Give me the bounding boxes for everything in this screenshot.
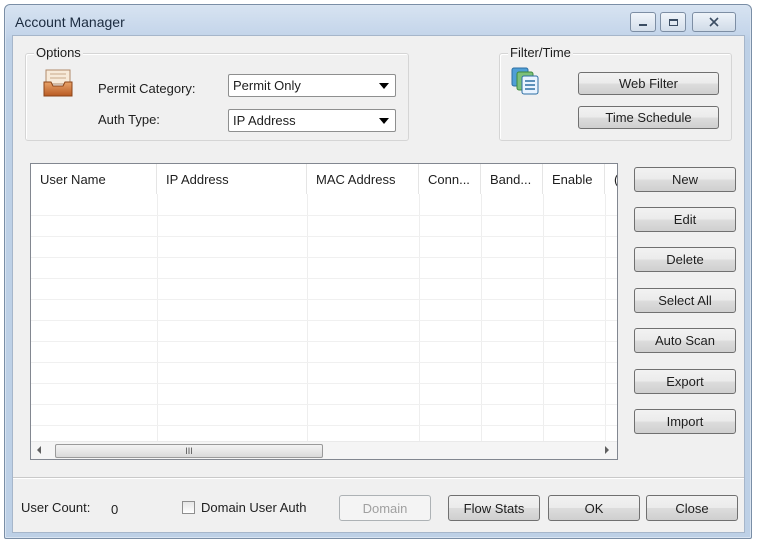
- column-header-mac-address[interactable]: MAC Address: [307, 164, 419, 194]
- table-row: [31, 383, 617, 384]
- table-row: [31, 320, 617, 321]
- domain-user-auth-checkbox[interactable]: [182, 501, 195, 514]
- filter-time-group: Filter/Time Web Filter Time Schedule: [499, 45, 732, 141]
- column-header-connection[interactable]: Conn...: [419, 164, 481, 194]
- chevron-down-icon: [379, 83, 389, 89]
- close-button[interactable]: Close: [646, 495, 738, 521]
- domain-user-auth-label[interactable]: Domain User Auth: [201, 500, 307, 515]
- user-count-label: User Count:: [21, 500, 91, 515]
- permit-category-value: Permit Only: [233, 78, 301, 93]
- scrollbar-grip: III: [185, 446, 193, 456]
- scroll-left-icon[interactable]: [37, 446, 41, 454]
- delete-button[interactable]: Delete: [634, 247, 736, 272]
- table-row: [31, 257, 617, 258]
- user-list-table[interactable]: User Name IP Address MAC Address Conn...…: [30, 163, 618, 460]
- permit-category-label: Permit Category:: [98, 81, 196, 96]
- edit-button[interactable]: Edit: [634, 207, 736, 232]
- close-window-button[interactable]: [692, 12, 736, 32]
- permit-category-select[interactable]: Permit Only: [228, 74, 396, 97]
- scroll-right-icon[interactable]: [605, 446, 609, 454]
- schedule-list-icon: [510, 66, 540, 96]
- auto-scan-button[interactable]: Auto Scan: [634, 328, 736, 353]
- auth-type-value: IP Address: [233, 113, 296, 128]
- column-header-enable[interactable]: Enable: [543, 164, 605, 194]
- auth-type-select[interactable]: IP Address: [228, 109, 396, 132]
- column-header-overflow[interactable]: (: [605, 164, 617, 194]
- flow-stats-button[interactable]: Flow Stats: [448, 495, 540, 521]
- web-filter-button[interactable]: Web Filter: [578, 72, 719, 95]
- export-button[interactable]: Export: [634, 369, 736, 394]
- restore-icon: [668, 18, 678, 26]
- options-group-caption: Options: [34, 45, 83, 60]
- options-group: Options Permit Category: Permit Only Aut…: [25, 45, 409, 141]
- minimize-button[interactable]: [630, 12, 656, 32]
- chevron-down-icon: [379, 118, 389, 124]
- dialog-client-area: Options Permit Category: Permit Only Aut…: [12, 35, 745, 533]
- table-header: User Name IP Address MAC Address Conn...…: [31, 164, 617, 194]
- footer-separator: [13, 477, 744, 479]
- table-row: [31, 341, 617, 342]
- table-row: [31, 404, 617, 405]
- auth-type-label: Auth Type:: [98, 112, 160, 127]
- window-title: Account Manager: [15, 14, 125, 30]
- import-button[interactable]: Import: [634, 409, 736, 434]
- table-row: [31, 236, 617, 237]
- table-row: [31, 278, 617, 279]
- horizontal-scrollbar[interactable]: III: [31, 441, 617, 459]
- maximize-button[interactable]: [660, 12, 686, 32]
- user-count-value: 0: [111, 502, 119, 517]
- table-row: [31, 425, 617, 426]
- column-header-bandwidth[interactable]: Band...: [481, 164, 543, 194]
- inbox-tray-icon: [42, 66, 74, 98]
- table-row: [31, 362, 617, 363]
- minimize-icon: [639, 24, 647, 26]
- new-button[interactable]: New: [634, 167, 736, 192]
- ok-button[interactable]: OK: [548, 495, 640, 521]
- scrollbar-thumb[interactable]: III: [55, 444, 323, 458]
- domain-button[interactable]: Domain: [339, 495, 431, 521]
- column-header-user-name[interactable]: User Name: [31, 164, 157, 194]
- account-manager-window: Account Manager Options Permit Category:…: [4, 4, 752, 539]
- time-schedule-button[interactable]: Time Schedule: [578, 106, 719, 129]
- column-header-ip-address[interactable]: IP Address: [157, 164, 307, 194]
- close-icon: [709, 17, 719, 27]
- table-row: [31, 215, 617, 216]
- filter-time-group-caption: Filter/Time: [508, 45, 573, 60]
- select-all-button[interactable]: Select All: [634, 288, 736, 313]
- table-row: [31, 299, 617, 300]
